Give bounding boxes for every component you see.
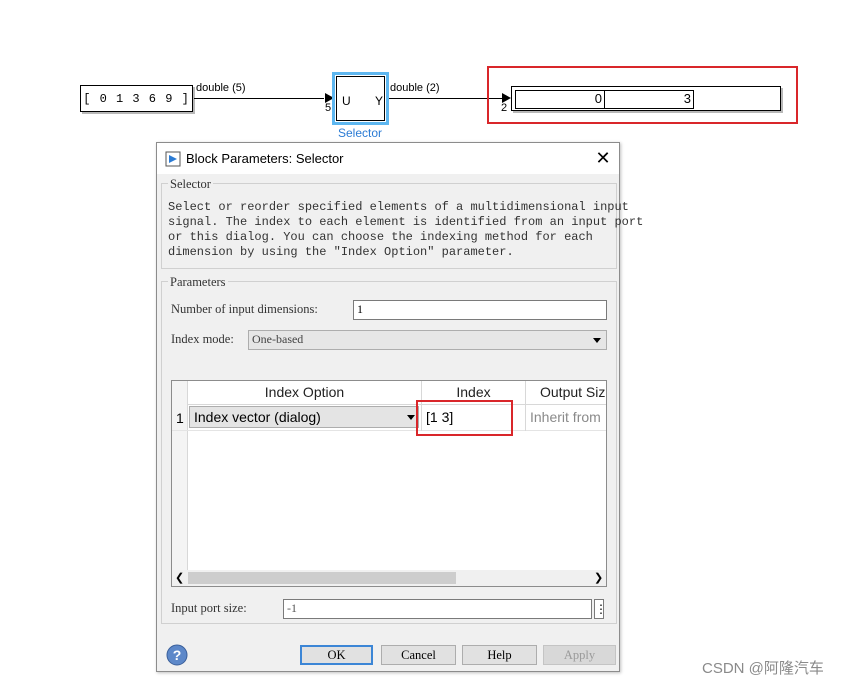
index-option-select[interactable]: Index vector (dialog) xyxy=(189,406,419,428)
horizontal-scrollbar[interactable]: ❮ ❯ xyxy=(172,570,606,586)
chevron-down-icon xyxy=(407,415,415,420)
highlight-box-index xyxy=(416,400,513,436)
more-options-icon[interactable]: ⋮ xyxy=(594,599,607,619)
display-block[interactable]: 0 3 xyxy=(511,86,781,111)
dialog-titlebar[interactable]: Block Parameters: Selector ✕ xyxy=(157,143,619,174)
display-value-2: 3 xyxy=(604,90,694,109)
watermark-text: CSDN @阿隆汽车 xyxy=(702,660,824,677)
description-line-1: Select or reorder specified elements of … xyxy=(168,200,629,214)
signal-label-output: double (2) xyxy=(390,82,440,94)
num-dims-label: Number of input dimensions: xyxy=(171,302,318,316)
apply-button[interactable]: Apply xyxy=(543,645,616,665)
num-dims-field[interactable]: 1 xyxy=(353,300,607,320)
input-port-width: 5 xyxy=(325,102,332,114)
column-divider xyxy=(525,405,526,431)
column-header-index-option[interactable]: Index Option xyxy=(188,381,422,405)
table-row: 1 Index vector (dialog) [1 3] Inherit fr… xyxy=(172,405,606,431)
selector-out-port: Y xyxy=(375,94,384,108)
signal-label-input: double (5) xyxy=(196,82,246,94)
signal-line-output[interactable] xyxy=(389,98,502,99)
description-line-4: dimension by using the "Index Option" pa… xyxy=(168,245,514,259)
dialog-title: Block Parameters: Selector xyxy=(186,151,344,166)
output-size-cell[interactable]: Inherit from xyxy=(530,405,601,429)
selector-in-port: U xyxy=(342,94,351,108)
selector-block-body: U Y xyxy=(336,76,385,121)
row-number: 1 xyxy=(176,410,184,426)
constant-block[interactable]: [ 0 1 3 6 9 ] xyxy=(80,85,193,112)
cancel-button[interactable]: Cancel xyxy=(381,645,456,665)
scroll-right-icon[interactable]: ❯ xyxy=(594,573,603,584)
constant-value: [ 0 1 3 6 9 ] xyxy=(83,91,190,106)
block-parameters-dialog: Block Parameters: Selector ✕ Selector Se… xyxy=(156,142,643,672)
chevron-down-icon xyxy=(593,338,601,343)
column-header-output-size[interactable]: Output Siz xyxy=(526,381,606,405)
selector-block[interactable]: U Y xyxy=(332,72,389,125)
parameters-group-label: Parameters xyxy=(168,275,228,290)
description-line-2: signal. The index to each element is ide… xyxy=(168,215,644,229)
help-button[interactable]: Help xyxy=(462,645,537,665)
input-port-size-field[interactable]: -1 xyxy=(283,599,592,619)
index-mode-select[interactable]: One-based xyxy=(248,330,607,350)
index-mode-value: One-based xyxy=(252,332,304,346)
index-option-value: Index vector (dialog) xyxy=(194,409,321,425)
simulink-block-icon xyxy=(165,151,181,167)
svg-text:?: ? xyxy=(173,647,182,663)
input-port-size-label: Input port size: xyxy=(171,601,247,615)
scrollbar-thumb[interactable] xyxy=(188,572,456,584)
ok-button[interactable]: OK xyxy=(300,645,373,665)
description-line-3: or this dialog. You can choose the index… xyxy=(168,230,593,244)
help-icon[interactable]: ? xyxy=(166,644,188,666)
description-group-label: Selector xyxy=(168,177,213,192)
display-value-1: 0 xyxy=(515,90,605,109)
close-icon[interactable]: ✕ xyxy=(593,148,613,168)
scroll-left-icon[interactable]: ❮ xyxy=(175,573,184,584)
signal-line-input[interactable] xyxy=(194,98,324,99)
index-mode-label: Index mode: xyxy=(171,332,234,346)
selector-block-name[interactable]: Selector xyxy=(338,126,382,140)
index-table: Index Option Index Output Siz 1 Index ve… xyxy=(171,380,607,587)
